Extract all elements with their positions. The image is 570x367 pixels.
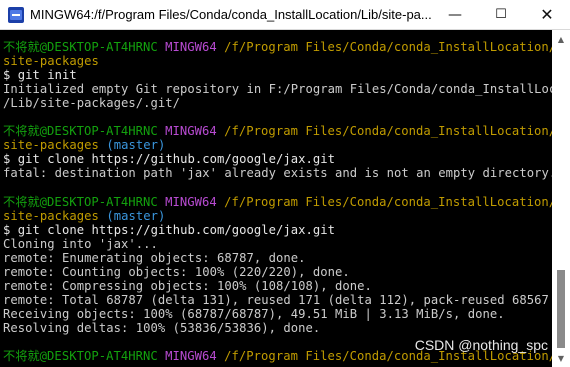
prompt-path-2: site-packages — [3, 208, 99, 223]
window-title: MINGW64:/f/Program Files/Conda/conda_Ins… — [30, 7, 432, 22]
output-line: Resolving deltas: 100% (53836/53836), do… — [3, 320, 321, 335]
prompt-path-2: site-packages — [3, 138, 99, 153]
prompt-path-cont: site-packages (master) — [3, 138, 552, 152]
close-button[interactable]: ✕ — [524, 0, 570, 30]
scroll-down-icon[interactable]: ▼ — [552, 349, 570, 367]
command-line: $ git init — [3, 68, 552, 82]
command-line: $ git clone https://github.com/google/ja… — [3, 152, 552, 166]
output-line: /Lib/site-packages/.git/ — [3, 96, 181, 111]
prompt-dollar: $ — [3, 222, 11, 237]
title-bar[interactable]: MINGW64:/f/Program Files/Conda/conda_Ins… — [0, 0, 570, 30]
minimize-button[interactable]: — — [432, 0, 478, 30]
prompt-branch: (master) — [106, 138, 166, 153]
prompt-env: MINGW64 — [165, 124, 217, 139]
command-text: git clone https://github.com/google/jax.… — [17, 222, 336, 237]
maximize-button[interactable]: ☐ — [478, 0, 524, 30]
terminal-window: MINGW64:/f/Program Files/Conda/conda_Ins… — [0, 0, 570, 367]
csdn-watermark: CSDN @nothing_spc — [414, 337, 548, 353]
output-line: remote: Counting objects: 100% (220/220)… — [3, 264, 350, 279]
terminal-output[interactable]: 不将就@DESKTOP-AT4HRNC MINGW64 /f/Program F… — [0, 30, 552, 367]
scroll-up-icon[interactable]: ▲ — [552, 30, 570, 48]
command-text: git clone https://github.com/google/jax.… — [17, 152, 336, 167]
command-line: $ git clone https://github.com/google/ja… — [3, 223, 552, 237]
prompt-path: /f/Program Files/Conda/conda_InstallLoca… — [224, 194, 552, 209]
command-text: git init — [17, 68, 77, 83]
output-line: remote: Compressing objects: 100% (108/1… — [3, 278, 372, 293]
prompt-path-cont: site-packages (master) — [3, 209, 552, 223]
prompt-line: 不将就@DESKTOP-AT4HRNC MINGW64 /f/Program F… — [3, 124, 552, 138]
prompt-path-2: site-packages — [3, 54, 99, 69]
output-line: Initialized empty Git repository in F:/P… — [3, 82, 552, 97]
prompt-user-host: 不将就@DESKTOP-AT4HRNC — [3, 40, 158, 54]
output-line: Receiving objects: 100% (68787/68787), 4… — [3, 306, 505, 321]
scrollbar-thumb[interactable] — [557, 270, 565, 348]
mingw-app-icon — [8, 6, 24, 23]
output-line: remote: Enumerating objects: 68787, done… — [3, 250, 306, 265]
prompt-dollar: $ — [3, 68, 11, 83]
window-controls: — ☐ ✕ — [432, 0, 570, 30]
prompt-dollar: $ — [3, 152, 11, 167]
prompt-env: MINGW64 — [165, 194, 217, 209]
prompt-env: MINGW64 — [165, 349, 217, 364]
prompt-line: 不将就@DESKTOP-AT4HRNC MINGW64 /f/Program F… — [3, 40, 552, 54]
output-line: fatal: destination path 'jax' already ex… — [3, 166, 552, 181]
prompt-path: /f/Program Files/Conda/conda_InstallLoca… — [224, 124, 552, 139]
prompt-user-host: 不将就@DESKTOP-AT4HRNC — [3, 194, 158, 209]
prompt-path-cont: site-packages — [3, 54, 552, 68]
output-line: Cloning into 'jax'... — [3, 236, 158, 251]
prompt-user-host: 不将就@DESKTOP-AT4HRNC — [3, 349, 158, 364]
vertical-scrollbar[interactable]: ▲ ▼ — [552, 30, 570, 367]
prompt-path: /f/Program Files/Conda/conda_InstallLoca… — [224, 40, 552, 54]
prompt-branch: (master) — [106, 208, 166, 223]
output-line: remote: Total 68787 (delta 131), reused … — [3, 292, 549, 307]
prompt-line: 不将就@DESKTOP-AT4HRNC MINGW64 /f/Program F… — [3, 195, 552, 209]
prompt-env: MINGW64 — [165, 40, 217, 54]
prompt-user-host: 不将就@DESKTOP-AT4HRNC — [3, 124, 158, 139]
